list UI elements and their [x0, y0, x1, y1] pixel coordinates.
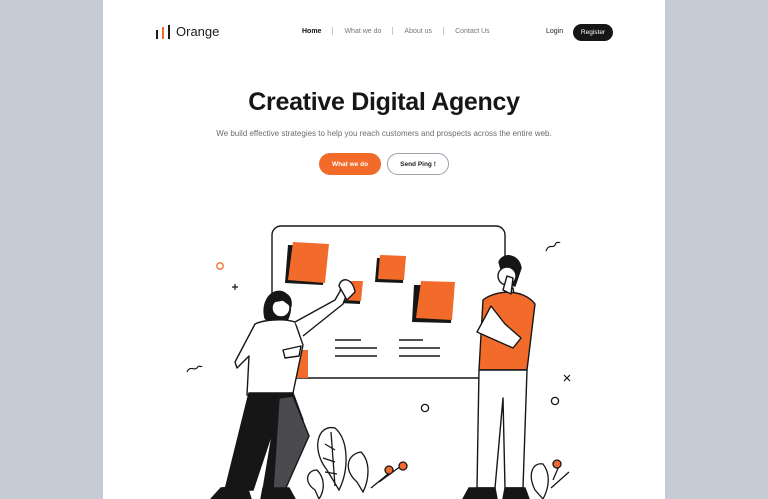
nav-item-what-we-do[interactable]: What we do [344, 28, 381, 35]
login-link[interactable]: Login [546, 28, 563, 35]
nav-divider [392, 27, 394, 35]
send-ping-button[interactable]: Send Ping ! [387, 153, 449, 175]
sticky-note [285, 242, 329, 285]
team-sticky-notes-board-illustration [186, 225, 571, 499]
sticky-note [412, 281, 455, 323]
bar-chart-logo-icon [156, 24, 170, 39]
nav-divider [443, 27, 445, 35]
sticky-note [375, 255, 406, 283]
nav-item-contact-us[interactable]: Contact Us [455, 28, 490, 35]
landing-page: Orange Home What we do About us Contact … [103, 0, 665, 499]
brand-name: Orange [176, 24, 220, 39]
ring-decoration [420, 403, 430, 413]
plant-decoration [530, 459, 570, 499]
logo[interactable]: Orange [156, 24, 219, 39]
ring-decoration [550, 396, 560, 406]
what-we-do-button[interactable]: What we do [319, 153, 381, 175]
hero-subtitle: We build effective strategies to help yo… [216, 129, 552, 138]
squiggle-decoration [186, 365, 203, 373]
hero-title: Creative Digital Agency [248, 88, 520, 116]
main-nav: Home What we do About us Contact Us [302, 27, 490, 35]
plus-decoration [232, 284, 238, 290]
ring-decoration [216, 262, 224, 270]
plant-decoration [307, 427, 408, 499]
nav-divider [332, 27, 334, 35]
cross-decoration [563, 374, 571, 382]
nav-item-home[interactable]: Home [302, 28, 321, 35]
nav-item-about-us[interactable]: About us [404, 28, 432, 35]
register-button[interactable]: Register [573, 24, 613, 41]
squiggle-decoration [545, 241, 561, 252]
